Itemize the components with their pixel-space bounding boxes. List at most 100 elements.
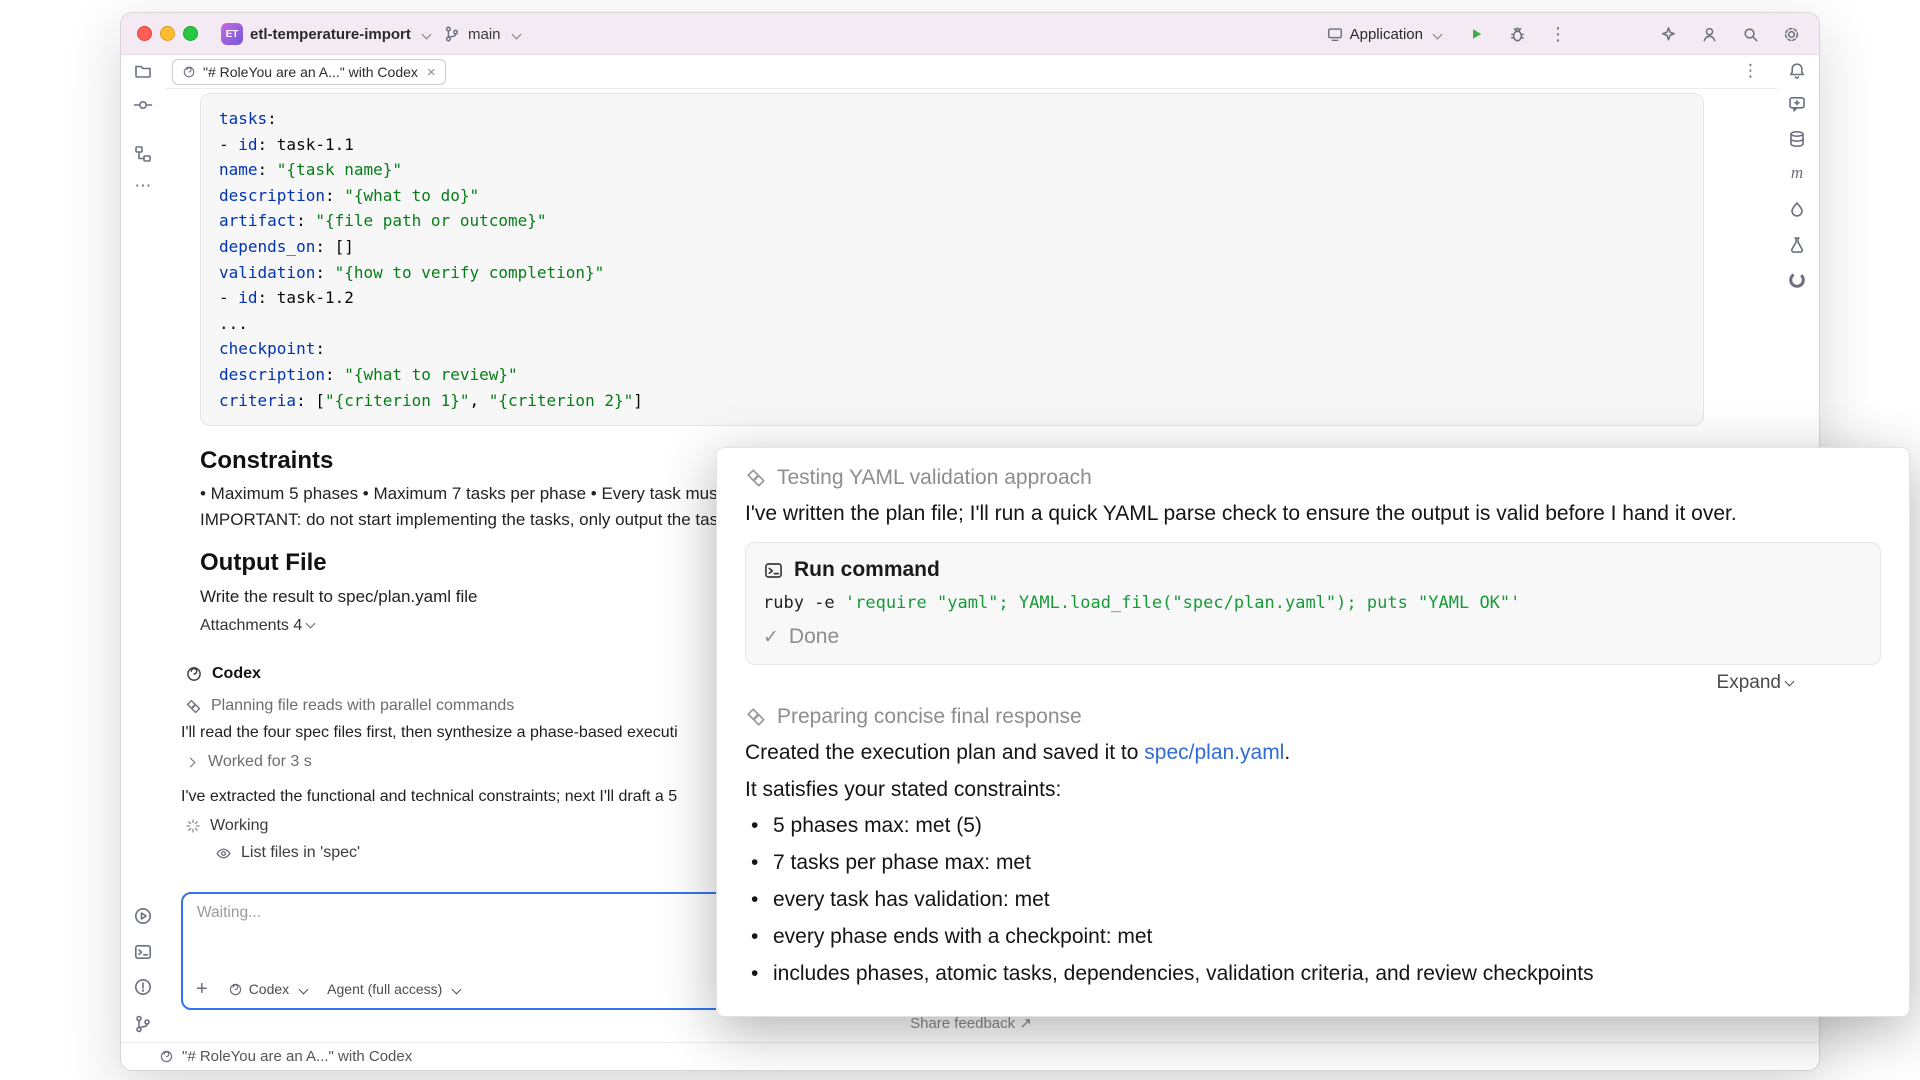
reasoning-step-1[interactable]: Planning file reads with parallel comman… (185, 697, 514, 715)
code-line: validation: "{how to verify completion}" (219, 260, 1685, 286)
code-line: - id: task-1.2 (219, 285, 1685, 311)
chevron-down-icon (452, 984, 462, 994)
run-configuration-select[interactable]: Application (1326, 13, 1441, 55)
code-line: description: "{what to review}" (219, 362, 1685, 388)
commit-tool-button[interactable] (121, 95, 165, 115)
overlay-message-1: I've written the plan file; I'll run a q… (745, 499, 1881, 528)
structure-tool-button[interactable] (121, 144, 165, 164)
settings-button[interactable] (1779, 22, 1803, 46)
services-tool-button[interactable] (1775, 200, 1819, 220)
close-window-button[interactable] (137, 26, 152, 41)
run-command-header: Run command (763, 558, 1863, 582)
tool-call-label: List files in 'spec' (241, 844, 360, 862)
worked-label: Worked for 3 s (208, 753, 312, 771)
debug-button[interactable] (1505, 22, 1529, 46)
agent-mode-label: Agent (full access) (327, 981, 442, 997)
chevron-down-icon (421, 29, 431, 39)
checklist-item: every phase ends with a checkpoint: met (745, 922, 1881, 959)
chevron-down-icon (306, 619, 316, 629)
run-config-icon (1326, 25, 1344, 43)
attachments-label: Attachments 4 (200, 617, 302, 634)
output-file-text: Write the result to spec/plan.yaml file (200, 587, 477, 607)
worked-toggle[interactable]: Worked for 3 s (187, 753, 312, 771)
notifications-button[interactable] (1775, 61, 1819, 81)
chevron-down-icon (511, 29, 521, 39)
chevron-down-icon (299, 984, 309, 994)
reasoning-section-1: Testing YAML validation approach (745, 466, 1881, 490)
project-tool-button[interactable] (121, 61, 165, 81)
satisfies-text: It satisfies your stated constraints: (745, 775, 1881, 804)
project-icon: ET (221, 23, 243, 45)
command-status: ✓ Done (763, 625, 1863, 649)
eye-icon (215, 845, 232, 862)
chevron-down-icon (1785, 677, 1795, 687)
minimize-window-button[interactable] (160, 26, 175, 41)
result-suffix: . (1284, 741, 1290, 764)
checklist-item: 5 phases max: met (5) (745, 811, 1881, 848)
window-controls (137, 26, 198, 41)
overlay-result-line: Created the execution plan and saved it … (745, 738, 1881, 767)
share-feedback-label: Share feedback (910, 1015, 1015, 1032)
model-select-label: Codex (249, 981, 289, 997)
more-tool-windows-button[interactable]: ⋯ (121, 176, 165, 196)
agent-mode-select[interactable]: Agent (full access) (327, 981, 460, 997)
plan-file-link[interactable]: spec/plan.yaml (1144, 741, 1284, 764)
database-tool-button[interactable] (1775, 129, 1819, 149)
code-line: description: "{what to do}" (219, 183, 1685, 209)
constraints-checklist: 5 phases max: met (5)7 tasks per phase m… (745, 811, 1881, 996)
expand-label: Expand (1717, 672, 1781, 693)
editor-tab[interactable]: "# RoleYou are an A..." with Codex × (172, 59, 446, 85)
working-label: Working (210, 817, 268, 835)
expand-toggle[interactable]: Expand (745, 672, 1793, 694)
user-account-button[interactable] (1697, 22, 1721, 46)
checklist-item: includes phases, atomic tasks, dependenc… (745, 959, 1881, 996)
add-attachment-button[interactable]: + (196, 980, 208, 998)
problems-tool-button[interactable] (121, 977, 165, 997)
chat-input[interactable] (197, 904, 717, 960)
reasoning-section-2: Preparing concise final response (745, 705, 1881, 729)
working-status: Working (185, 817, 268, 835)
run-button[interactable] (1464, 22, 1488, 46)
titlebar-actions: Application ⋮ (1326, 13, 1803, 55)
reasoning-title-2: Preparing concise final response (777, 705, 1082, 729)
chat-input-toolbar: + Codex Agent (full access) (196, 980, 460, 998)
version-control-tool-button[interactable] (121, 1014, 165, 1034)
codex-message-1: I'll read the four spec files first, the… (181, 724, 678, 742)
tab-options-button[interactable]: ⋮ (1742, 61, 1759, 81)
codex-message-2: I've extracted the functional and techni… (181, 788, 677, 806)
titlebar: ET etl-temperature-import main Applicati… (121, 13, 1819, 55)
tool-call-row[interactable]: List files in 'spec' (215, 844, 360, 862)
branch-name: main (468, 26, 501, 43)
branch-switcher[interactable]: main (443, 13, 520, 55)
code-editor-block[interactable]: tasks:- id: task-1.1name: "{task name}"d… (200, 93, 1704, 426)
git-branch-icon (443, 25, 461, 43)
done-label: Done (789, 625, 839, 649)
editor-tab-bar: "# RoleYou are an A..." with Codex × ⋮ (165, 55, 1777, 89)
reasoning-icon (185, 698, 202, 715)
ai-assistant-button[interactable] (1656, 22, 1680, 46)
maven-tool-button[interactable]: m (1775, 163, 1819, 183)
run-configuration-name: Application (1350, 26, 1423, 43)
status-bar: "# RoleYou are an A..." with Codex (121, 1042, 1819, 1070)
zoom-window-button[interactable] (183, 26, 198, 41)
search-button[interactable] (1738, 22, 1762, 46)
ai-chat-tool-button[interactable] (1775, 94, 1819, 114)
run-command-card: Run command ruby -e 'require "yaml"; YAM… (745, 542, 1881, 665)
close-tab-icon[interactable]: × (427, 64, 436, 81)
terminal-icon (763, 560, 784, 581)
code-line: ... (219, 311, 1685, 337)
more-actions-button[interactable]: ⋮ (1546, 22, 1570, 46)
terminal-tool-button[interactable] (121, 942, 165, 962)
attachments-toggle[interactable]: Attachments 4 (200, 617, 314, 635)
profiler-tool-button[interactable] (1775, 270, 1819, 290)
constraints-heading: Constraints (200, 447, 333, 475)
endpoints-tool-button[interactable] (1775, 235, 1819, 255)
check-icon: ✓ (763, 626, 779, 649)
checklist-item: every task has validation: met (745, 885, 1881, 922)
status-bar-text: "# RoleYou are an A..." with Codex (182, 1048, 412, 1065)
run-tool-button[interactable] (121, 906, 165, 926)
project-switcher[interactable]: ET etl-temperature-import (221, 13, 430, 55)
model-select[interactable]: Codex (228, 981, 307, 997)
code-line: tasks: (219, 106, 1685, 132)
codex-header: Codex (185, 665, 261, 683)
